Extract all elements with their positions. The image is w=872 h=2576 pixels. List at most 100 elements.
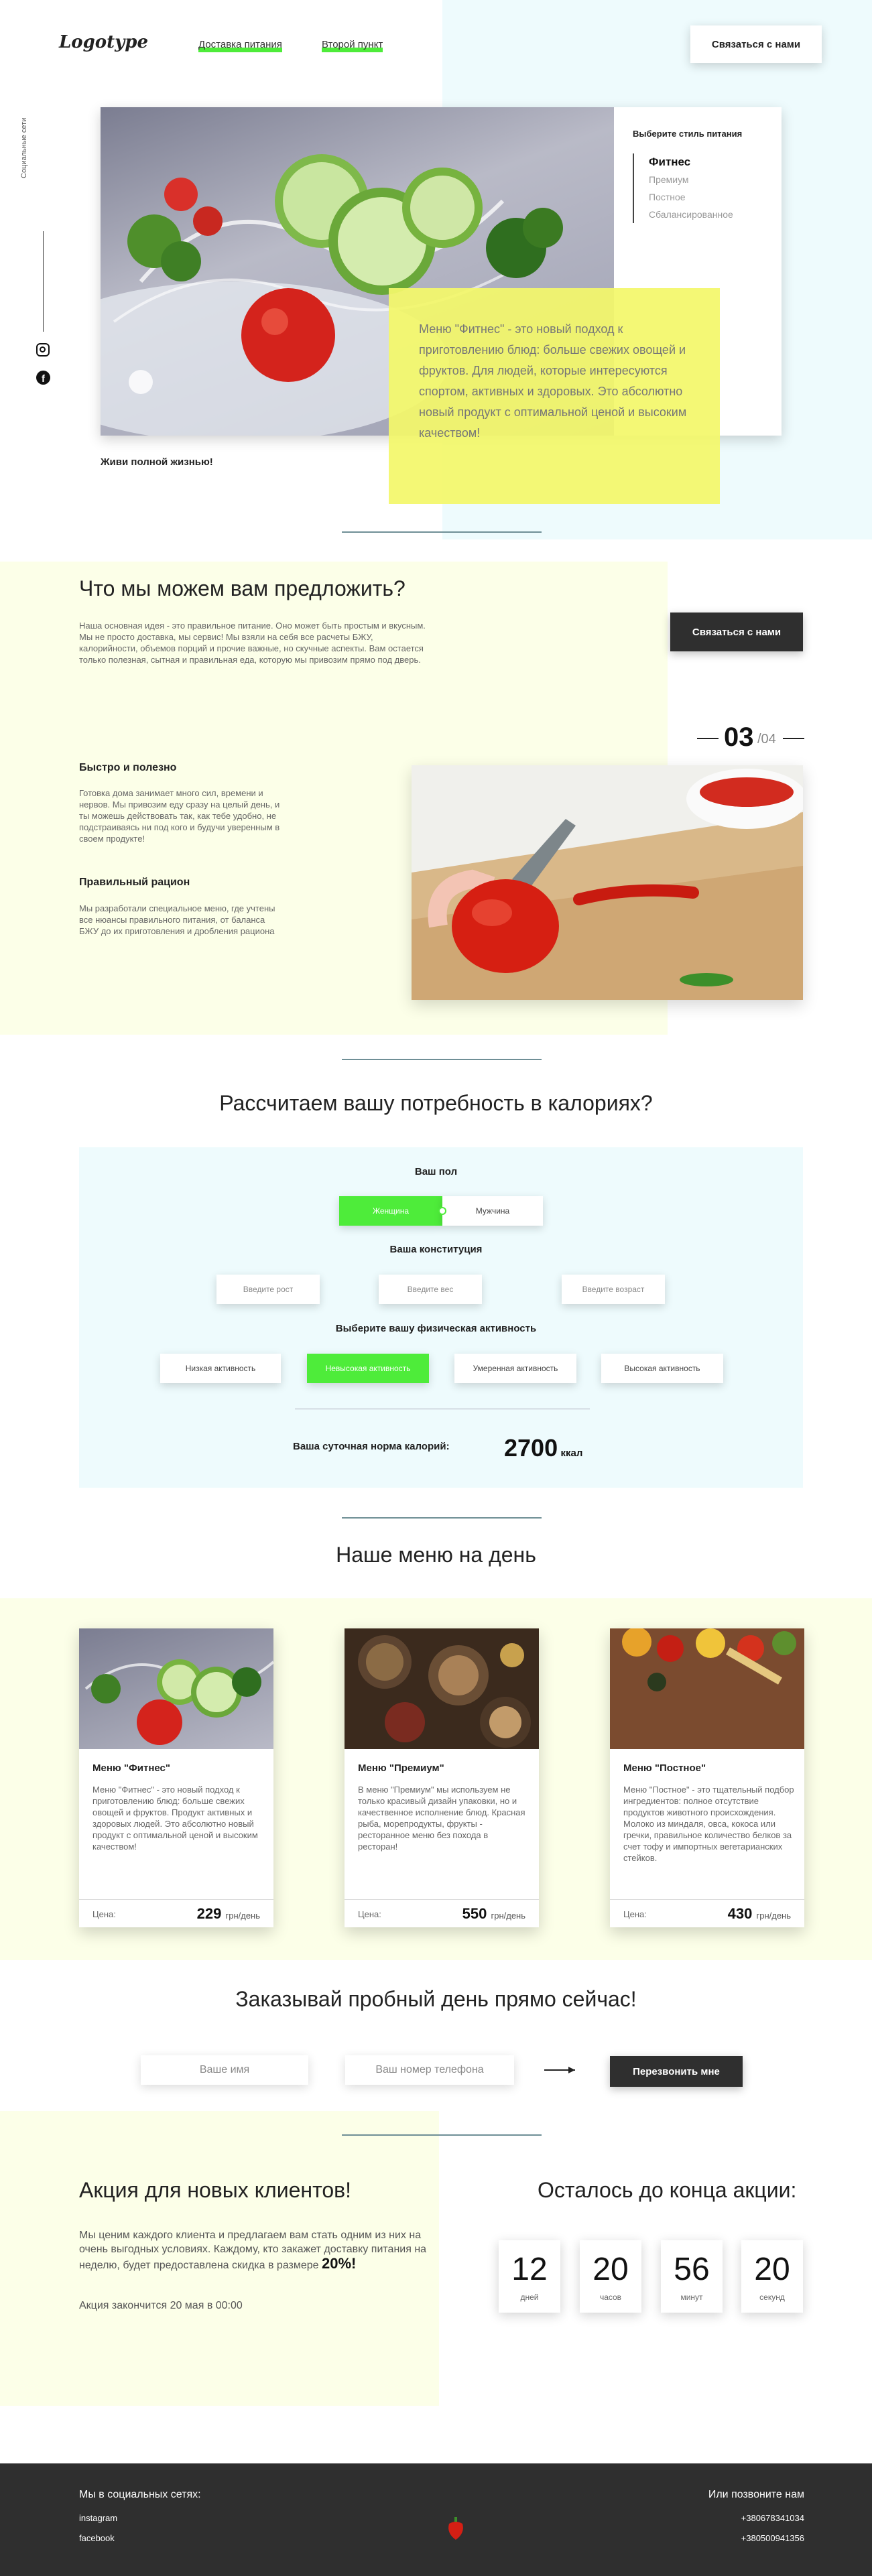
activity-label: Выберите вашу физическая активность xyxy=(335,1323,537,1334)
result-value: 2700 ккал xyxy=(504,1434,582,1462)
activity-light-option[interactable]: Невысокая активность xyxy=(307,1354,429,1383)
menu-card-title: Меню "Постное" xyxy=(623,1762,706,1774)
cutting-pepper-picture xyxy=(412,765,803,1000)
feature2-title: Правильный рацион xyxy=(79,877,190,888)
price-label: Цена: xyxy=(623,1909,647,1919)
timer-label: дней xyxy=(520,2293,539,2302)
offer-intro: Наша основная идея - это правильное пита… xyxy=(79,621,426,665)
price-value: 229 грн/день xyxy=(196,1905,260,1922)
section-divider xyxy=(342,1517,542,1519)
nav-label: Доставка питания xyxy=(198,39,282,50)
timer-seconds: 20 секунд xyxy=(741,2240,803,2313)
promo-text: Мы ценим каждого клиента и предлагаем ва… xyxy=(79,2228,431,2272)
gender-label: Ваш пол xyxy=(414,1166,458,1177)
slide-total: /04 xyxy=(757,732,776,747)
constitution-label: Ваша конституция xyxy=(389,1244,483,1255)
section-divider xyxy=(342,1059,542,1060)
promo-discount: 20%! xyxy=(322,2255,357,2272)
menu-fitness-picture xyxy=(79,1628,273,1749)
instagram-icon[interactable] xyxy=(36,343,50,357)
phone-input[interactable]: Ваш номер телефона xyxy=(345,2055,514,2085)
slider-counter: 03 /04 xyxy=(697,722,804,755)
timer-label: часов xyxy=(599,2293,622,2302)
menu-premium-picture xyxy=(345,1628,539,1749)
feature1-title: Быстро и полезно xyxy=(79,762,177,773)
timer-value: 56 xyxy=(674,2252,710,2287)
promo-title: Акция для новых клиентов! xyxy=(79,2178,352,2202)
activity-high-option[interactable]: Высокая активность xyxy=(601,1354,723,1383)
name-input[interactable]: Ваше имя xyxy=(141,2055,308,2085)
style-option-premium[interactable]: Премиум xyxy=(649,171,767,188)
menu-card-description: Меню "Постное" - это тщательный подбор и… xyxy=(623,1785,794,1863)
nav-label: Второй пункт xyxy=(322,39,383,50)
timer-minutes: 56 минут xyxy=(661,2240,723,2313)
calculator-title: Рассчитаем вашу потребность в калориях? xyxy=(219,1091,653,1115)
pepper-image xyxy=(412,765,803,1000)
menu-card-description: Меню "Фитнес" - это новый подход к приго… xyxy=(92,1785,258,1852)
timer-days: 12 дней xyxy=(499,2240,560,2313)
timer-value: 20 xyxy=(754,2252,790,2287)
arrow-icon-head xyxy=(568,2067,575,2073)
footer-call-title: Или позвоните нам xyxy=(708,2489,804,2500)
pepper-icon xyxy=(446,2517,465,2540)
gender-toggle-knob[interactable] xyxy=(438,1207,446,1215)
slide-current: 03 xyxy=(724,722,754,752)
promo-text-body: Мы ценим каждого клиента и предлагаем ва… xyxy=(79,2230,427,2271)
activity-moderate-option[interactable]: Умеренная активность xyxy=(454,1354,576,1383)
footer-phone-2[interactable]: +380500941356 xyxy=(670,2533,804,2543)
section-divider xyxy=(342,531,542,533)
hero-description: Меню "Фитнес" - это новый подход к приго… xyxy=(419,322,687,440)
slider-prev-arrow[interactable] xyxy=(697,738,719,739)
style-option-balanced[interactable]: Сбалансированное xyxy=(649,206,767,223)
menu-card-title: Меню "Фитнес" xyxy=(92,1762,171,1774)
section-divider xyxy=(342,2134,542,2136)
menu-card-footer: Цена: 430 грн/день xyxy=(610,1899,804,1927)
feature2-text: Мы разработали специальное меню, где учт… xyxy=(79,903,275,936)
footer-social-title: Мы в социальных сетях: xyxy=(79,2489,201,2500)
facebook-icon[interactable]: f xyxy=(36,371,50,385)
feature1-text: Готовка дома занимает много сил, времени… xyxy=(79,788,280,844)
timer-title: Осталось до конца акции: xyxy=(538,2178,797,2202)
gender-male-option[interactable]: Мужчина xyxy=(442,1196,543,1226)
footer-phone-1[interactable]: +380678341034 xyxy=(670,2513,804,2523)
social-line xyxy=(43,231,44,332)
calorie-unit: ккал xyxy=(560,1447,583,1459)
style-chooser-title: Выберите стиль питания xyxy=(633,129,743,139)
timer-label: минут xyxy=(680,2293,703,2302)
offer-title: Что мы можем вам предложить? xyxy=(79,576,406,600)
offer-contact-button[interactable]: Связаться с нами xyxy=(670,613,803,651)
price-value: 430 грн/день xyxy=(727,1905,791,1922)
gender-female-option[interactable]: Женщина xyxy=(339,1196,442,1226)
age-input[interactable]: Введите возраст xyxy=(562,1275,665,1304)
style-chooser: Выберите стиль питания Фитнес Премиум По… xyxy=(633,129,767,223)
style-list: Фитнес Премиум Постное Сбалансированное xyxy=(633,153,767,223)
promo-end-text: Акция закончится 20 мая в 00:00 xyxy=(79,2300,243,2311)
menu-card-premium[interactable]: Меню "Премиум" В меню "Премиум" мы испол… xyxy=(345,1628,539,1927)
nav-item-second[interactable]: Второй пункт xyxy=(322,39,383,52)
weight-input[interactable]: Введите вес xyxy=(379,1275,482,1304)
menu-title: Наше меню на день xyxy=(336,1543,536,1567)
footer-instagram-link[interactable]: instagram xyxy=(79,2513,117,2523)
style-option-lent[interactable]: Постное xyxy=(649,188,767,206)
order-title: Заказывай пробный день прямо сейчас! xyxy=(235,1987,637,2011)
activity-low-option[interactable]: Низкая активность xyxy=(160,1354,281,1383)
callback-button[interactable]: Перезвонить мне xyxy=(610,2056,743,2087)
slider-next-arrow[interactable] xyxy=(783,738,804,739)
style-option-fitness[interactable]: Фитнес xyxy=(649,153,767,171)
nav-item-delivery[interactable]: Доставка питания xyxy=(198,39,282,52)
social-label: Социальные сети xyxy=(20,117,28,178)
timer-value: 12 xyxy=(511,2252,548,2287)
footer-facebook-link[interactable]: facebook xyxy=(79,2533,115,2543)
price-value: 550 грн/день xyxy=(462,1905,525,1922)
menu-card-title: Меню "Премиум" xyxy=(358,1762,444,1774)
price-label: Цена: xyxy=(358,1909,381,1919)
timer-label: секунд xyxy=(759,2293,785,2302)
menu-card-description: В меню "Премиум" мы используем не только… xyxy=(358,1785,525,1852)
logo[interactable]: Logotype xyxy=(59,32,148,52)
price-label: Цена: xyxy=(92,1909,116,1919)
menu-lent-picture xyxy=(610,1628,804,1749)
height-input[interactable]: Введите рост xyxy=(216,1275,320,1304)
menu-card-lent[interactable]: Меню "Постное" Меню "Постное" - это тщат… xyxy=(610,1628,804,1927)
header-contact-button[interactable]: Связаться с нами xyxy=(690,25,822,63)
menu-card-fitness[interactable]: Меню "Фитнес" Меню "Фитнес" - это новый … xyxy=(79,1628,273,1927)
